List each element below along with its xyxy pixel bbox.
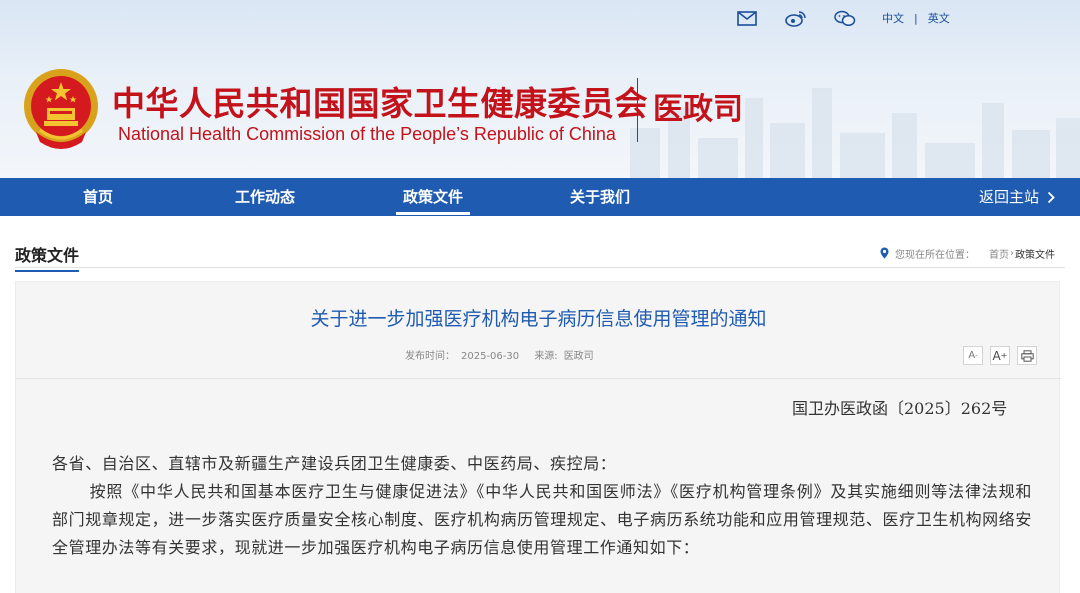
lang-chinese-link[interactable]: 中文: [882, 10, 904, 26]
wechat-icon[interactable]: [834, 9, 856, 27]
location-pin-icon: [880, 247, 889, 259]
nav-item-work-news[interactable]: 工作动态: [228, 178, 302, 216]
lang-english-link[interactable]: 英文: [928, 10, 950, 26]
article-meta: 发布时间： 2025-06-30 来源: 医政司: [405, 347, 600, 362]
font-decrease-label: A: [968, 350, 976, 361]
breadcrumb-current[interactable]: 政策文件: [1015, 246, 1055, 261]
font-increase-button[interactable]: A +: [990, 346, 1010, 365]
font-increase-label: A: [992, 348, 1001, 363]
site-name-chinese: 中华人民共和国国家卫生健康委员会: [112, 84, 648, 123]
font-decrease-button[interactable]: A-: [963, 346, 983, 365]
salutation: 各省、自治区、直辖市及新疆生产建设兵团卫生健康委、中医药局、疾控局：: [52, 454, 617, 473]
source-value: 医政司: [563, 351, 594, 362]
print-button[interactable]: [1017, 346, 1037, 365]
publish-date-label: 发布时间：: [405, 351, 455, 362]
breadcrumb-separator: ›: [1010, 247, 1014, 259]
document-number: 国卫办医政函〔2025〕262号: [792, 399, 1008, 418]
article-title: 关于进一步加强医疗机构电子病历信息使用管理的通知: [310, 308, 767, 330]
article-tools: A- A +: [963, 346, 1044, 365]
return-main-site-link[interactable]: 返回主站: [979, 178, 1063, 216]
publish-date: 2025-06-30: [461, 351, 520, 362]
lang-separator: |: [914, 11, 918, 25]
weibo-icon[interactable]: [785, 9, 807, 27]
article-container: 关于进一步加强医疗机构电子病历信息使用管理的通知 发布时间： 2025-06-30…: [15, 281, 1061, 593]
breadcrumb-home-link[interactable]: 首页: [989, 246, 1009, 261]
article-divider: [16, 378, 1061, 379]
minus-icon: -: [975, 351, 978, 360]
nav-item-home[interactable]: 首页: [75, 178, 121, 216]
utility-bar: 中文 | 英文: [733, 8, 950, 28]
main-nav: 首页 工作动态 政策文件 关于我们 返回主站: [0, 178, 1080, 216]
breadcrumb: 您现在所在位置： 首页 › 政策文件: [880, 246, 1055, 261]
department-name: 医政司: [653, 92, 743, 127]
site-header: 中文 | 英文 中华人民共和国国家卫生健康委员会 National Health…: [0, 0, 1080, 178]
print-icon: [1020, 349, 1034, 362]
article-body: 各省、自治区、直辖市及新疆生产建设兵团卫生健康委、中医药局、疾控局： 按照《中华…: [52, 450, 1032, 562]
national-emblem-icon[interactable]: [20, 66, 102, 154]
breadcrumb-prefix: 您现在所在位置：: [895, 249, 975, 261]
return-main-site-label: 返回主站: [979, 188, 1040, 206]
site-name-english: National Health Commission of the People…: [118, 124, 616, 144]
nav-item-about-us[interactable]: 关于我们: [563, 178, 637, 216]
chevron-right-icon: [1047, 191, 1055, 204]
source-label: 来源:: [534, 351, 558, 362]
nav-item-policy-documents[interactable]: 政策文件: [396, 178, 470, 216]
body-paragraph: 按照《中华人民共和国基本医疗卫生与健康促进法》《中华人民共和国医师法》《医疗机构…: [52, 482, 1032, 557]
section-divider: [15, 267, 1065, 268]
plus-icon: +: [1000, 351, 1008, 360]
header-divider: [637, 78, 638, 142]
mail-icon[interactable]: [736, 9, 758, 27]
